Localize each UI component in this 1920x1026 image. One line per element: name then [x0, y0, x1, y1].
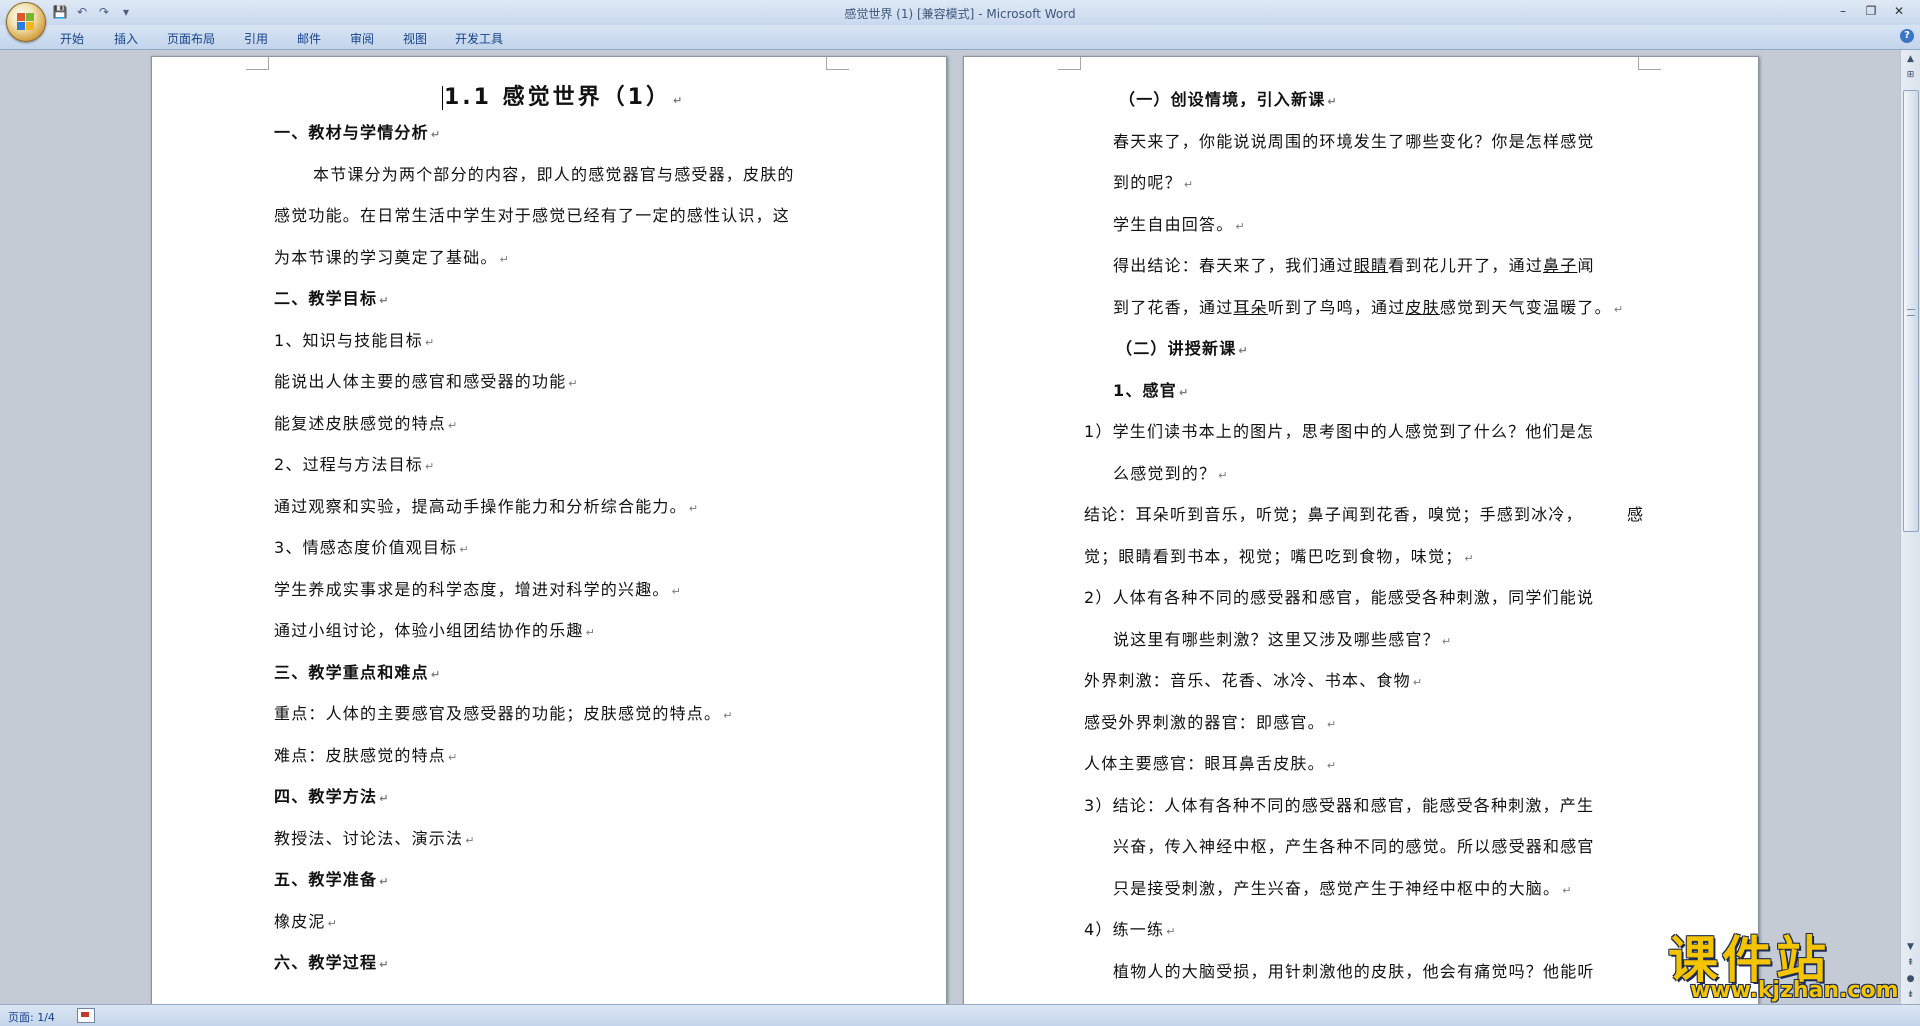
- body-text: 为本节课的学习奠定了基础。 ↵: [274, 248, 511, 267]
- section-heading: （一）创设情境，引入新课 ↵: [1119, 90, 1338, 109]
- section-heading: 六、教学过程 ↵: [274, 953, 390, 972]
- tab-home[interactable]: 开始: [60, 30, 84, 47]
- section-heading: 二、教学目标 ↵: [274, 289, 390, 308]
- close-button[interactable]: ✕: [1886, 2, 1912, 20]
- underlined-term: 皮肤: [1405, 298, 1440, 317]
- section-heading: 三、教学重点和难点 ↵: [274, 663, 442, 682]
- body-text: 能复述皮肤感觉的特点 ↵: [274, 414, 459, 433]
- body-text: 植物人的大脑受损，用针刺激他的皮肤，他会有痛觉吗？他能听: [1113, 962, 1595, 981]
- list-item: 兴奋，传入神经中枢，产生各种不同的感觉。所以感受器和感官: [1113, 837, 1595, 856]
- body-text: 2、过程与方法目标 ↵: [274, 455, 436, 474]
- tab-insert[interactable]: 插入: [114, 30, 138, 47]
- page-indicator[interactable]: 页面: 1/4: [8, 1009, 55, 1025]
- title-bar: 💾 ↶ ↷ ▾ 感觉世界 (1) [兼容模式] - Microsoft Word…: [0, 0, 1920, 25]
- tab-review[interactable]: 审阅: [350, 30, 374, 47]
- margin-corner-mark: [246, 57, 269, 70]
- proofing-status-icon[interactable]: [77, 1008, 95, 1023]
- section-heading: 1、感官 ↵: [1113, 381, 1190, 400]
- body-text: 外界刺激：音乐、花香、冰冷、书本、食物 ↵: [1084, 671, 1424, 690]
- document-title: 1.1 感觉世界（1） ↵: [442, 85, 686, 110]
- ruler-toggle-icon[interactable]: ⊞: [1903, 68, 1918, 82]
- body-text: 学生养成实事求是的科学态度，增进对科学的兴趣。 ↵: [274, 580, 683, 599]
- body-text: 能说出人体主要的感官和感受器的功能 ↵: [274, 372, 579, 391]
- status-bar: 页面: 1/4: [0, 1004, 1920, 1026]
- window-controls: – ❐ ✕: [1830, 2, 1912, 20]
- body-text: 1、知识与技能目标 ↵: [274, 331, 436, 350]
- vertical-scrollbar[interactable]: ▲ ⊞ ▼ ⇞ ● ⇟: [1900, 50, 1920, 1004]
- list-item: 2）人体有各种不同的感受器和感官，能感受各种刺激，同学们能说: [1084, 588, 1595, 607]
- restore-button[interactable]: ❐: [1858, 2, 1884, 20]
- page-1[interactable]: 1.1 感觉世界（1） ↵ 一、教材与学情分析 ↵ 本节课分为两个部分的内容，即人的…: [151, 56, 947, 1004]
- underlined-term: 耳朵: [1233, 298, 1268, 317]
- section-heading: 四、教学方法 ↵: [274, 787, 390, 806]
- office-button[interactable]: [6, 2, 46, 42]
- ribbon-tabs: 开始 插入 页面布局 引用 邮件 审阅 视图 开发工具: [0, 25, 1920, 50]
- minimize-button[interactable]: –: [1830, 2, 1856, 20]
- body-text: 3、情感态度价值观目标 ↵: [274, 538, 470, 557]
- body-text: 通过观察和实验，提高动手操作能力和分析综合能力。 ↵: [274, 497, 700, 516]
- document-workspace: 1.1 感觉世界（1） ↵ 一、教材与学情分析 ↵ 本节课分为两个部分的内容，即人的…: [0, 50, 1900, 1004]
- tab-mailings[interactable]: 邮件: [297, 30, 321, 47]
- list-item: 4）练一练 ↵: [1084, 920, 1177, 939]
- margin-corner-mark: [1058, 57, 1081, 70]
- list-item: 么感觉到的？ ↵: [1113, 464, 1229, 483]
- tab-developer[interactable]: 开发工具: [455, 30, 503, 47]
- body-text: 人体主要感官：眼耳鼻舌皮肤。 ↵: [1084, 754, 1338, 773]
- body-text: 得出结论：春天来了，我们通过眼睛看到花儿开了，通过鼻子闻: [1113, 256, 1595, 275]
- list-item: 3）结论：人体有各种不同的感受器和感官，能感受各种刺激，产生: [1084, 796, 1595, 815]
- body-text: 觉；眼睛看到书本，视觉；嘴巴吃到食物，味觉； ↵: [1084, 547, 1475, 566]
- underlined-term: 鼻子: [1543, 256, 1578, 275]
- body-text: 橡皮泥 ↵: [274, 912, 339, 931]
- office-logo-icon: [17, 13, 35, 31]
- margin-corner-mark: [826, 57, 849, 70]
- margin-corner-mark: [1638, 57, 1661, 70]
- body-text: 感: [1627, 505, 1645, 524]
- text-cursor: [442, 86, 443, 110]
- body-text: 本节课分为两个部分的内容，即人的感觉器官与感受器，皮肤的: [313, 165, 795, 184]
- tab-view[interactable]: 视图: [403, 30, 427, 47]
- body-text: 结论：耳朵听到音乐，听觉；鼻子闻到花香，嗅觉；手感到冰冷，: [1084, 505, 1583, 524]
- page-2[interactable]: （一）创设情境，引入新课 ↵ 春天来了，你能说说周围的环境发生了哪些变化？你是怎样…: [963, 56, 1759, 1004]
- body-text: 学生自由回答。 ↵: [1113, 215, 1246, 234]
- app-name: Microsoft Word: [986, 7, 1076, 21]
- list-item: 1）学生们读书本上的图片，思考图中的人感觉到了什么？他们是怎: [1084, 422, 1595, 441]
- body-text: 到的呢？ ↵: [1113, 173, 1195, 192]
- list-item: 只是接受刺激，产生兴奋，感觉产生于神经中枢中的大脑。 ↵: [1113, 879, 1573, 898]
- grip-icon: [1907, 309, 1915, 316]
- help-icon[interactable]: ?: [1900, 29, 1914, 43]
- document-name: 感觉世界 (1) [兼容模式]: [844, 7, 975, 21]
- watermark-logo: 课件站 www.kjzhan.com: [1668, 920, 1920, 1004]
- section-heading: 一、教材与学情分析 ↵: [274, 123, 442, 142]
- underlined-term: 眼睛: [1353, 256, 1389, 275]
- window-title: 感觉世界 (1) [兼容模式] - Microsoft Word: [844, 7, 1076, 21]
- scroll-up-icon[interactable]: ▲: [1903, 52, 1918, 66]
- body-text: 春天来了，你能说说周围的环境发生了哪些变化？你是怎样感觉: [1113, 132, 1595, 151]
- tab-page-layout[interactable]: 页面布局: [167, 30, 215, 47]
- section-heading: 五、教学准备 ↵: [274, 870, 390, 889]
- watermark-url: www.kjzhan.com: [1690, 978, 1899, 1003]
- body-text: 重点：人体的主要感官及感受器的功能；皮肤感觉的特点。 ↵: [274, 704, 734, 723]
- section-heading: （二）讲授新课 ↵: [1116, 339, 1249, 358]
- body-text: 感受外界刺激的器官：即感官。 ↵: [1084, 713, 1338, 732]
- body-text: 难点：皮肤感觉的特点 ↵: [274, 746, 459, 765]
- scrollbar-thumb[interactable]: [1903, 90, 1919, 532]
- list-item: 说这里有哪些刺激？这里又涉及哪些感官？ ↵: [1113, 630, 1453, 649]
- tab-references[interactable]: 引用: [244, 30, 268, 47]
- body-text: 感觉功能。在日常生活中学生对于感觉已经有了一定的感性认识，这: [274, 206, 791, 225]
- body-text: 教授法、讨论法、演示法 ↵: [274, 829, 476, 848]
- body-text: 到了花香，通过耳朵听到了鸟鸣，通过皮肤感觉到天气变温暖了。 ↵: [1113, 298, 1625, 317]
- body-text: 通过小组讨论，体验小组团结协作的乐趣 ↵: [274, 621, 597, 640]
